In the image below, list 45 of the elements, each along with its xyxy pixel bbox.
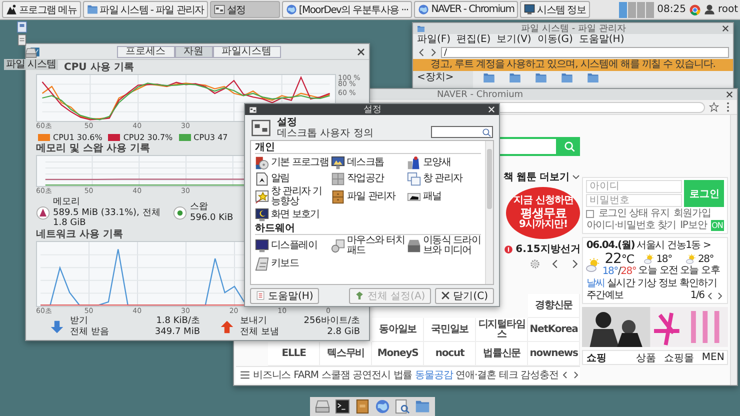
ad-text: 지금 신청하면 bbox=[513, 195, 574, 207]
stat-value: 2.8 GiB bbox=[327, 327, 360, 338]
section-title: 네트워크 사용 기록 bbox=[36, 229, 123, 241]
legend-label: CPU3 47 bbox=[194, 132, 228, 142]
stat-label: 전체 받음 bbox=[70, 327, 109, 338]
stat-label: 전체 보냄 bbox=[240, 327, 279, 338]
afternoon-temperature: 28° bbox=[698, 254, 714, 264]
dialog-heading: 설정 bbox=[277, 116, 298, 128]
section-title: CPU 사용 기록 bbox=[64, 62, 134, 74]
weather-tag: 날씨 bbox=[586, 278, 605, 289]
legend-label: CPU2 30.7% bbox=[123, 132, 173, 142]
clock: 08:25 bbox=[657, 4, 686, 15]
dialog-subtitle: 데스크톱 사용자 정의 bbox=[277, 128, 374, 138]
memory-value: 589.5 MiB (33.1%), 전체 1.8 GiB bbox=[53, 208, 162, 228]
warning-banner: 경고, 루트 계정을 사용하고 있으며, 시스템에 해를 끼칠 수 있습니다. bbox=[413, 59, 733, 71]
forecast-label: 오늘 오후 bbox=[680, 264, 720, 276]
temperature-range: 18°/28° bbox=[602, 266, 636, 277]
swap-label: 스왑 bbox=[190, 202, 209, 212]
stat-value: 256바이트/초 bbox=[304, 316, 360, 327]
memory-label: 메모리 bbox=[53, 197, 81, 208]
stat-value: 349.7 MiB bbox=[154, 327, 200, 338]
swap-value: 596.0 KiB bbox=[190, 212, 234, 224]
sidebar-heading: <장치> bbox=[417, 72, 454, 83]
path-text: / bbox=[444, 48, 448, 58]
stat-label: 받기 bbox=[70, 316, 89, 327]
window-title: NAVER - Chromium bbox=[436, 90, 524, 100]
morning-temperature: 18° bbox=[656, 254, 672, 264]
shopping-title: 쇼핑 bbox=[586, 352, 606, 364]
page-count: 1/6 bbox=[690, 290, 704, 301]
temperature: 22°C bbox=[604, 252, 634, 266]
section-heading: 하드웨어 bbox=[255, 223, 481, 235]
keep-login-label: 로그인 상태 유지 bbox=[598, 208, 670, 219]
legend-label: CPU1 30.6% bbox=[53, 132, 102, 142]
forecast-label: 오늘 오전 bbox=[638, 264, 678, 276]
ip-security-label: IP보안 bbox=[680, 220, 707, 231]
ad-text: 평생무료 bbox=[520, 207, 566, 219]
section-heading: 개인 bbox=[255, 142, 481, 154]
user-name: root bbox=[718, 4, 738, 15]
section-title: 메모리 및 스왑 사용 기록 bbox=[36, 143, 150, 155]
stat-value: 1.8 KiB/초 bbox=[156, 316, 200, 327]
window-title: 설정 bbox=[364, 104, 382, 116]
window-title: 파일 시스템 - 파일 관리자 bbox=[521, 23, 626, 34]
ad-text: 9시까지만! bbox=[519, 219, 568, 231]
weather-date: 06.04.(월) bbox=[586, 240, 635, 251]
stat-label: 보내기 bbox=[240, 316, 268, 327]
